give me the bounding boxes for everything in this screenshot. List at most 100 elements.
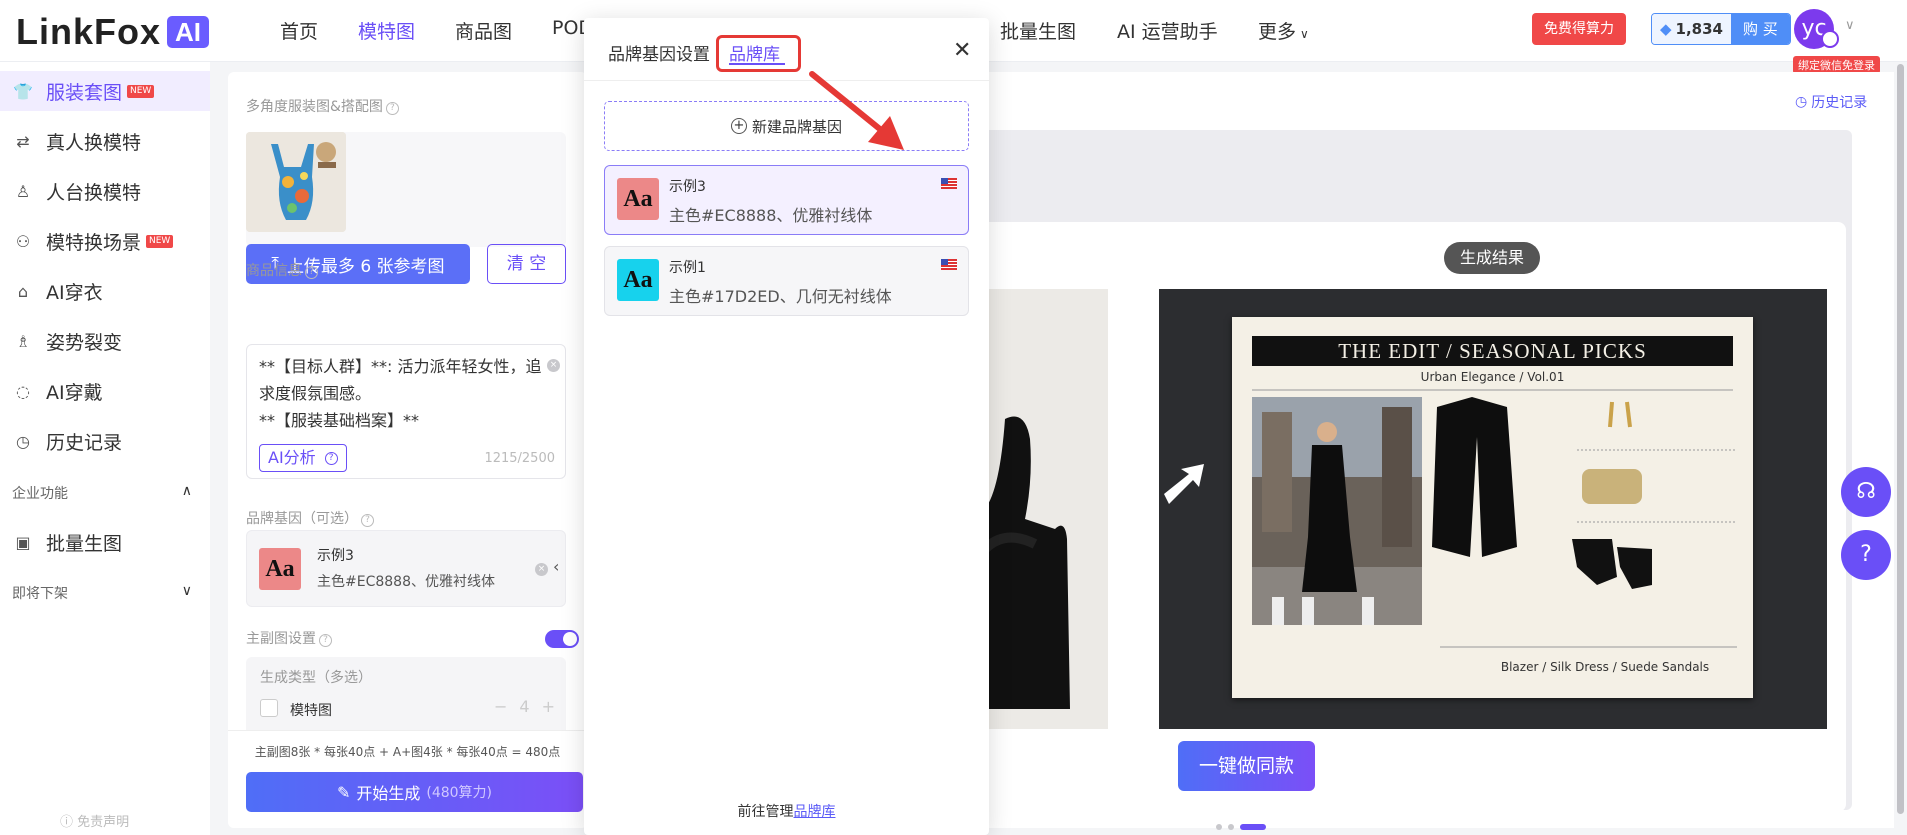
source-image[interactable] (985, 289, 1108, 729)
chevron-down-icon[interactable]: ∨ (1845, 18, 1855, 33)
clock-icon: ◷ (1795, 94, 1808, 110)
brand-desc: 主色#EC8888、优雅衬线体 (317, 574, 495, 590)
main-image-settings-label: 主副图设置? (246, 628, 332, 648)
nav-product-image[interactable]: 商品图 (455, 17, 512, 44)
clear-button[interactable]: 清 空 (487, 244, 566, 284)
clear-text-icon[interactable]: × (547, 359, 560, 372)
main-image-toggle[interactable] (545, 630, 579, 648)
carousel-dot[interactable] (1228, 824, 1234, 830)
gen-type-label: 生成类型（多选） (260, 670, 372, 686)
chevron-down-icon: ∨ (181, 583, 192, 599)
group-enterprise[interactable]: 企业功能 ∧ (12, 483, 192, 503)
sidebar-item-ai-wear[interactable]: ◌ AI穿戴 (0, 371, 210, 411)
model-image-checkbox[interactable] (260, 699, 278, 717)
moodboard-art (1252, 389, 1737, 648)
carousel-dots (1216, 824, 1266, 830)
help-icon: ? (324, 451, 338, 465)
plus-circle-icon: + (730, 118, 747, 134)
logo-badge: AI (167, 16, 210, 48)
tab-brand-gene-settings[interactable]: 品牌基因设置 (608, 40, 710, 65)
multi-angle-label: 多角度服装图&搭配图? (246, 96, 399, 116)
free-points-button[interactable]: 免费得算力 (1532, 13, 1626, 45)
scene-icon: ⚇ (15, 231, 31, 251)
help-circle-icon[interactable]: ? (1841, 530, 1891, 580)
quantity-value: 4 (519, 697, 530, 716)
sidebar-item-real-model-swap[interactable]: ⇄ 真人换模特 (0, 121, 210, 161)
start-generate-button[interactable]: ✎ 开始生成 (480算力) (246, 772, 583, 812)
help-icon[interactable]: ? (361, 514, 374, 527)
brand-desc: 主色#17D2ED、几何无衬线体 (669, 287, 892, 306)
us-flag-icon (941, 259, 957, 270)
cost-formula: 主副图8张 * 每张40点 + A+图4张 * 每张40点 = 480点 (254, 745, 561, 759)
logo[interactable]: LinkFox AI (16, 11, 210, 53)
same-style-button[interactable]: 一键做同款 (1178, 741, 1315, 791)
nav-ai-assistant[interactable]: AI 运营助手 (1117, 17, 1218, 44)
nav-batch[interactable]: 批量生图 (1000, 17, 1076, 44)
scrollbar-thumb[interactable] (1897, 64, 1904, 814)
product-info-line: **【目标人群】**: 活力派年轻女性，追求度假氛围感。 (259, 357, 542, 403)
us-flag-icon (941, 178, 957, 189)
swimsuit-thumbnail[interactable] (246, 132, 346, 232)
sidebar-item-label: 真人换模特 (46, 131, 142, 154)
sidebar-item-ai-dress[interactable]: ⌂ AI穿衣 (0, 271, 210, 311)
new-brand-gene-button[interactable]: + 新建品牌基因 (604, 101, 969, 151)
magic-wand-icon: ✎ (336, 782, 351, 802)
product-info-line: **【服装基础档案】** (259, 411, 420, 430)
group-enterprise-label: 企业功能 (12, 486, 68, 502)
sidebar-item-apparel-set[interactable]: 👕 服装套图 NEW (0, 71, 210, 111)
brand-desc: 主色#EC8888、优雅衬线体 (669, 206, 873, 225)
nav-more[interactable]: 更多 ∨ (1258, 17, 1309, 44)
sidebar-item-scene-swap[interactable]: ⚇ 模特换场景 NEW (0, 221, 210, 261)
group-coming-offline[interactable]: 即将下架 ∨ (12, 583, 192, 603)
sidebar-item-label: 服装套图 (46, 81, 123, 104)
product-info-text: **【目标人群】**: 活力派年轻女性，追求度假氛围感。 **【服装基础档案】*… (259, 353, 549, 434)
upload-area[interactable] (246, 132, 566, 247)
sidebar-item-label: 批量生图 (46, 532, 123, 555)
product-info-label: 商品信息? (246, 260, 318, 280)
nav-home[interactable]: 首页 (280, 17, 318, 44)
brand-item[interactable]: Aa 示例3 主色#EC8888、优雅衬线体 (604, 165, 969, 235)
scrollbar[interactable] (1894, 62, 1907, 835)
mannequin-icon: ♙ (15, 181, 31, 201)
manage-text: 前往管理 (737, 804, 794, 820)
result-image[interactable]: THE EDIT / SEASONAL PICKS Urban Elegance… (1159, 289, 1827, 729)
product-info-textarea[interactable]: **【目标人群】**: 活力派年轻女性，追求度假氛围感。 **【服装基础档案】*… (246, 344, 566, 479)
plus-icon[interactable]: + (542, 697, 555, 716)
headset-icon[interactable]: ☊ (1841, 467, 1891, 517)
ai-analyze-button[interactable]: AI分析? (259, 444, 347, 472)
carousel-dot-active[interactable] (1240, 824, 1266, 830)
modal-header: 品牌基因设置 品牌库 ✕ (584, 18, 989, 81)
multi-angle-label-text: 多角度服装图&搭配图 (246, 99, 383, 115)
sidebar-item-label: 模特换场景 (46, 231, 142, 254)
disclaimer-link[interactable]: ⓘ 免责声明 (60, 811, 129, 830)
nav-model-image[interactable]: 模特图 (358, 17, 415, 44)
remove-brand-icon[interactable]: × (535, 563, 548, 576)
carousel-dot[interactable] (1216, 824, 1222, 830)
manage-brand-library-link[interactable]: 品牌库 (794, 804, 836, 820)
sidebar-item-label: 历史记录 (46, 431, 123, 454)
product-info-label-text: 商品信息 (246, 263, 302, 279)
quantity-stepper[interactable]: −4 + (494, 697, 555, 716)
sidebar-item-history[interactable]: ◷ 历史记录 (0, 421, 210, 461)
brand-swatch-icon: Aa (617, 259, 659, 301)
history-link[interactable]: ◷ 历史记录 (1795, 92, 1867, 112)
buy-button[interactable]: 购 买 (1731, 14, 1790, 44)
disclaimer-label: 免责声明 (77, 815, 130, 830)
brand-swatch-icon: Aa (617, 178, 659, 220)
generate-label: 开始生成 (356, 784, 421, 803)
help-icon[interactable]: ? (305, 266, 318, 279)
brand-gene-label: 品牌基因（可选）? (246, 508, 374, 528)
sidebar-item-mannequin-swap[interactable]: ♙ 人台换模特 (0, 171, 210, 211)
selected-brand-card[interactable]: Aa 示例3 主色#EC8888、优雅衬线体 × ‹ (246, 530, 566, 607)
sidebar-item-batch[interactable]: ▣ 批量生图 (0, 522, 210, 562)
help-icon[interactable]: ? (385, 102, 399, 115)
chevron-left-icon[interactable]: ‹ (553, 557, 559, 576)
close-icon[interactable]: ✕ (953, 38, 971, 63)
minus-icon[interactable]: − (494, 697, 507, 716)
accessory-icon: ◌ (16, 381, 30, 401)
help-icon[interactable]: ? (319, 634, 332, 647)
generation-type-area: 生成类型（多选） 模特图 −4 + (246, 657, 566, 737)
brand-item[interactable]: Aa 示例1 主色#17D2ED、几何无衬线体 (604, 246, 969, 316)
arrow-right-icon (1164, 464, 1204, 504)
sidebar-item-pose-fission[interactable]: ♗ 姿势裂变 (0, 321, 210, 361)
